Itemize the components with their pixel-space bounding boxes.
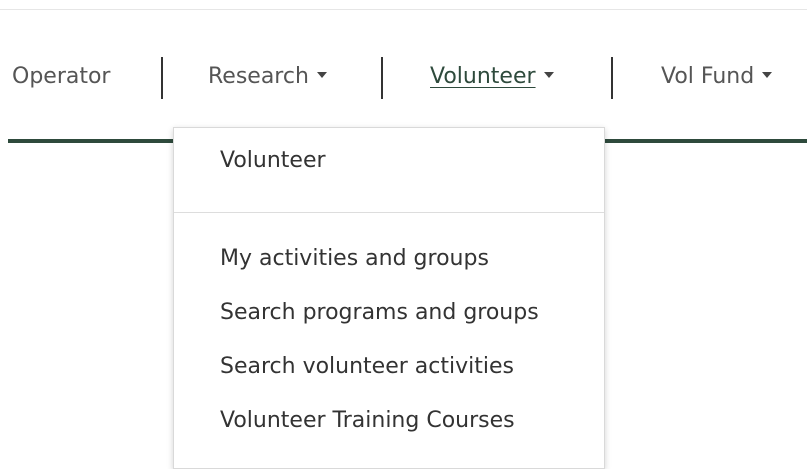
dropdown-divider — [174, 212, 604, 213]
nav-item-label: Vol Fund — [661, 64, 755, 89]
nav-item-vol-fund[interactable]: Vol Fund — [661, 60, 773, 94]
volunteer-dropdown-menu: Volunteer My activities and groups Searc… — [173, 127, 605, 469]
nav-item-research[interactable]: Research — [208, 60, 327, 94]
menu-item-my-activities[interactable]: My activities and groups — [220, 246, 489, 271]
nav-item-label: Research — [208, 64, 309, 89]
menu-item-search-programs[interactable]: Search programs and groups — [220, 300, 539, 325]
nav-divider — [611, 57, 613, 99]
nav-item-operator[interactable]: Operator — [12, 60, 110, 94]
nav-divider — [381, 57, 383, 99]
main-nav: Operator Research Volunteer Vol Fund — [0, 0, 807, 145]
caret-down-icon — [762, 72, 773, 78]
menu-item-search-activities[interactable]: Search volunteer activities — [220, 354, 514, 379]
menu-item-training-courses[interactable]: Volunteer Training Courses — [220, 408, 515, 433]
caret-down-icon — [543, 72, 554, 78]
dropdown-header[interactable]: Volunteer — [220, 148, 326, 173]
nav-item-label: Operator — [12, 64, 111, 89]
nav-divider — [161, 57, 163, 99]
nav-item-label: Volunteer — [430, 64, 536, 89]
nav-item-volunteer[interactable]: Volunteer — [430, 60, 554, 94]
caret-down-icon — [316, 72, 327, 78]
